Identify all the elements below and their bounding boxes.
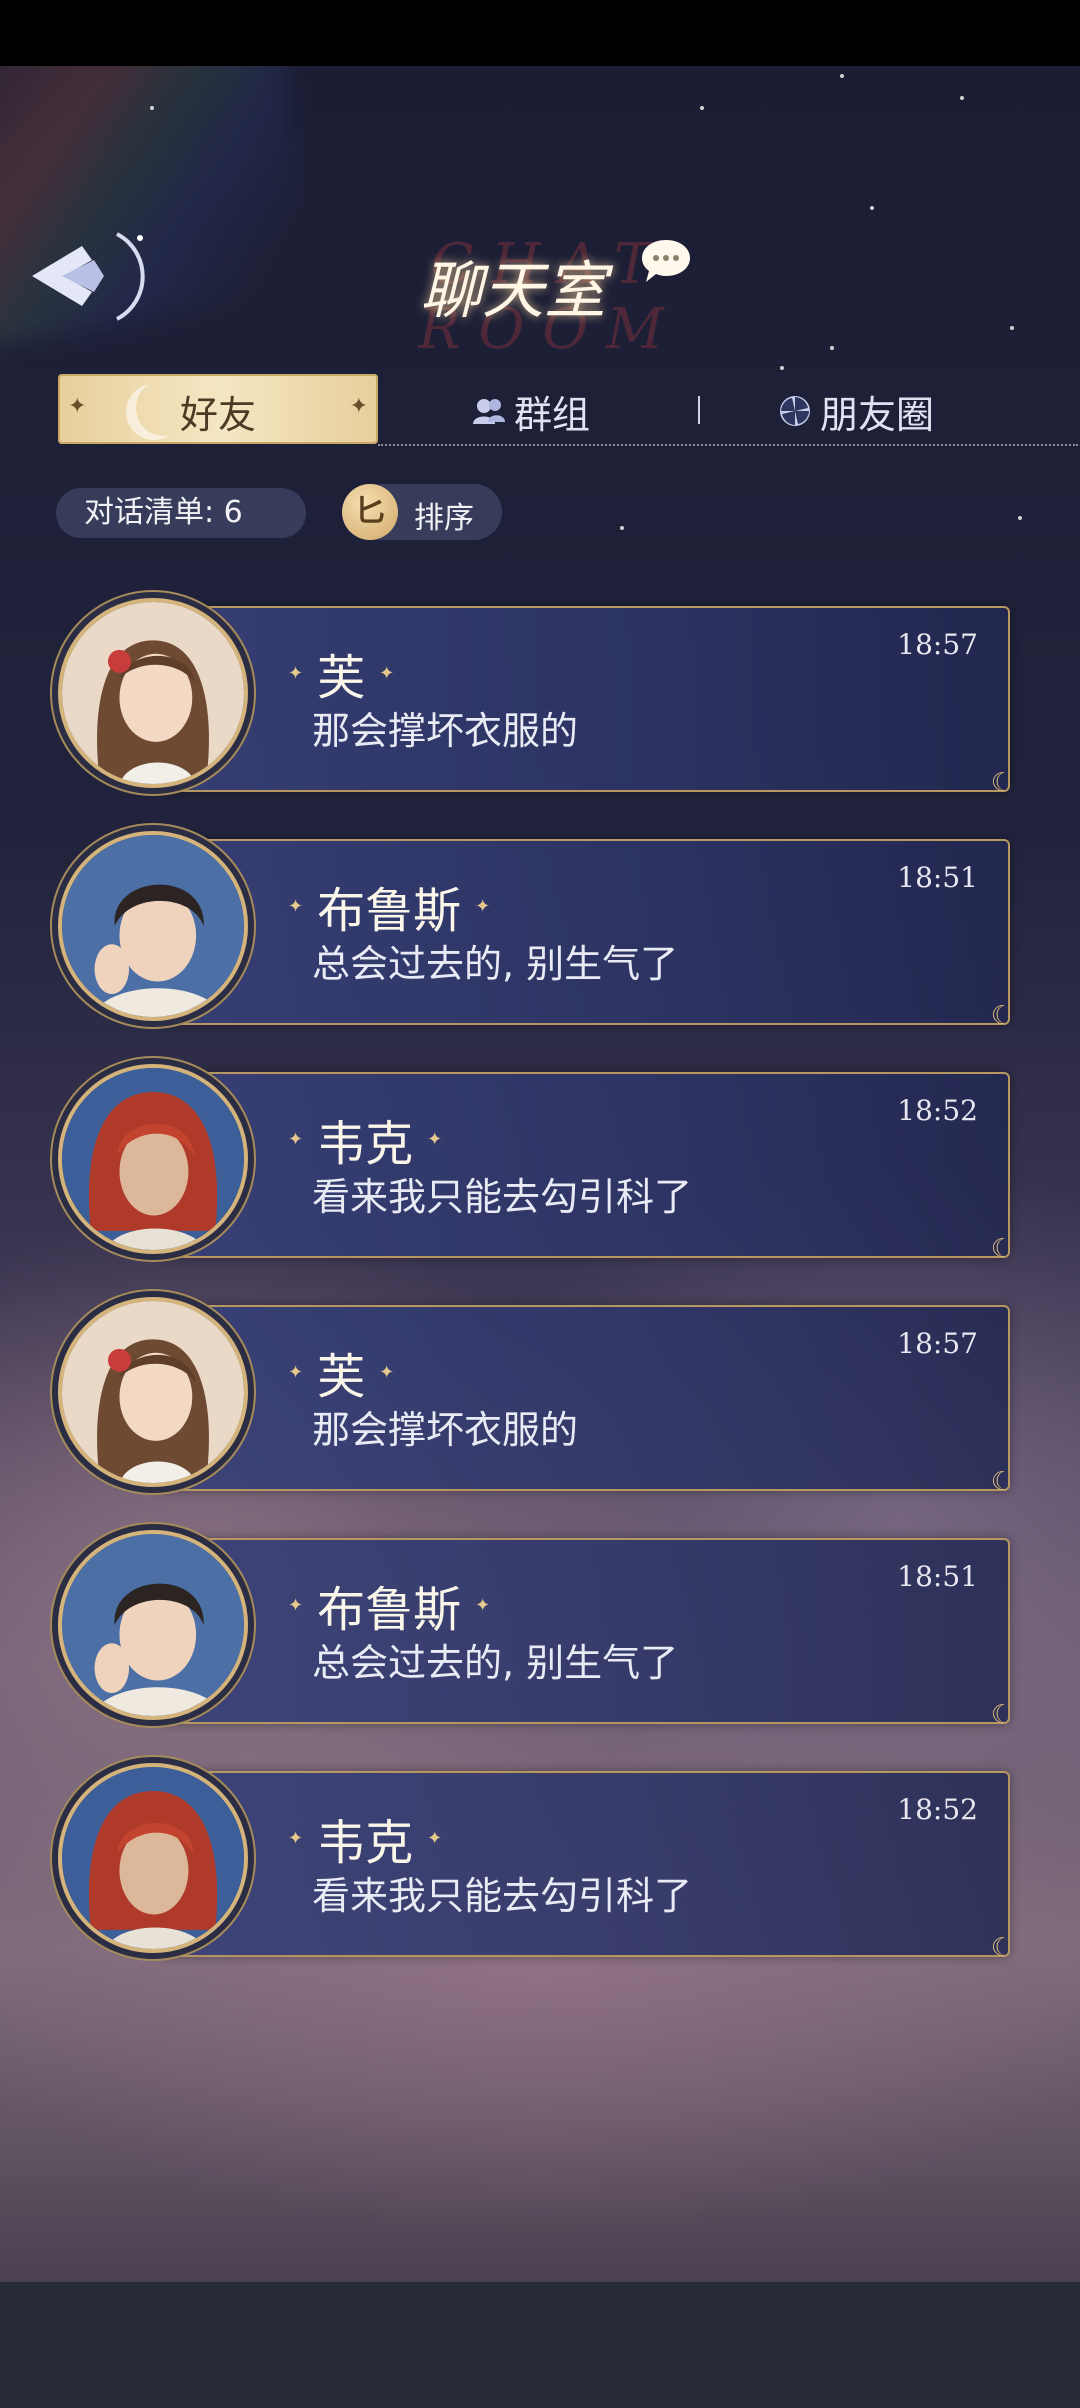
chat-card: ☾ 18:52	[158, 1771, 1014, 1963]
chat-last-message: 总会过去的, 别生气了	[312, 942, 679, 986]
moon-ornament-icon: ☾	[990, 1234, 1014, 1264]
chat-last-message: 那会撑坏衣服的	[312, 709, 579, 753]
avatar	[58, 1530, 248, 1720]
chat-name: ✦ 芙 ✦	[288, 638, 394, 708]
chat-last-message: 那会撑坏衣服的	[312, 1408, 579, 1452]
navigation-bar	[0, 2282, 1080, 2408]
moon-ornament-icon: ☾	[990, 1467, 1014, 1497]
chat-card: ☾ 18:51	[158, 839, 1014, 1031]
avatar	[58, 831, 248, 1021]
chat-name-text: 韦克	[317, 1815, 414, 1871]
moon-ornament-icon: ☾	[990, 1001, 1014, 1031]
chat-name: ✦ 布鲁斯 ✦	[288, 1570, 490, 1640]
avatar	[58, 598, 248, 788]
chat-name: ✦ 韦克 ✦	[288, 1803, 442, 1873]
chat-list-item[interactable]: ☾ 18:57 ✦ 芙 ✦ 那会撑坏衣服的	[58, 1297, 1014, 1497]
avatar	[58, 1064, 248, 1254]
avatar	[58, 1763, 248, 1953]
chat-name-text: 布鲁斯	[317, 1582, 462, 1638]
chat-name: ✦ 韦克 ✦	[288, 1104, 442, 1174]
chat-list-item[interactable]: ☾ 18:57 ✦ 芙 ✦ 那会撑坏衣服的	[58, 598, 1014, 798]
sparkle-icon: ✦	[288, 895, 304, 917]
chat-time: 18:51	[897, 861, 978, 894]
chat-name: ✦ 布鲁斯 ✦	[288, 871, 490, 941]
chat-name-text: 芙	[317, 1349, 366, 1405]
chat-list-item[interactable]: ☾ 18:52 ✦ 韦克 ✦ 看来我只能去勾引科了	[58, 1763, 1014, 1963]
chat-list-item[interactable]: ☾ 18:51 ✦ 布鲁斯 ✦ 总会过去的, 别生气了	[58, 1530, 1014, 1730]
sparkle-icon: ✦	[475, 895, 491, 917]
moon-ornament-icon: ☾	[990, 1933, 1014, 1963]
chat-card: ☾ 18:51	[158, 1538, 1014, 1730]
chat-card: ☾ 18:57	[158, 1305, 1014, 1497]
chat-last-message: 看来我只能去勾引科了	[312, 1175, 693, 1219]
sparkle-icon: ✦	[288, 1128, 304, 1150]
chat-card: ☾ 18:57	[158, 606, 1014, 798]
chat-time: 18:52	[897, 1094, 978, 1127]
sparkle-icon: ✦	[288, 1361, 304, 1383]
avatar	[58, 1297, 248, 1487]
chat-time: 18:52	[897, 1793, 978, 1826]
chat-list-item[interactable]: ☾ 18:52 ✦ 韦克 ✦ 看来我只能去勾引科了	[58, 1064, 1014, 1264]
chat-list-item[interactable]: ☾ 18:51 ✦ 布鲁斯 ✦ 总会过去的, 别生气了	[58, 831, 1014, 1031]
sparkle-icon: ✦	[475, 1594, 491, 1616]
sparkle-icon: ✦	[379, 662, 395, 684]
sparkle-icon: ✦	[379, 1361, 395, 1383]
chat-time: 18:51	[897, 1560, 978, 1593]
moon-ornament-icon: ☾	[990, 1700, 1014, 1730]
sparkle-icon: ✦	[427, 1128, 443, 1150]
chat-list: ☾ 18:57 ✦ 芙 ✦ 那会撑坏衣服的 ☾ 18:51 ✦ 布鲁斯 ✦ 总会…	[0, 0, 1080, 2408]
chat-time: 18:57	[897, 628, 978, 661]
chat-name-text: 布鲁斯	[317, 883, 462, 939]
sparkle-icon: ✦	[288, 1594, 304, 1616]
chat-name-text: 芙	[317, 650, 366, 706]
chat-card: ☾ 18:52	[158, 1072, 1014, 1264]
sparkle-icon: ✦	[288, 662, 304, 684]
chat-time: 18:57	[897, 1327, 978, 1360]
chat-last-message: 看来我只能去勾引科了	[312, 1874, 693, 1918]
chat-name: ✦ 芙 ✦	[288, 1337, 394, 1407]
sparkle-icon: ✦	[427, 1827, 443, 1849]
chat-name-text: 韦克	[317, 1116, 414, 1172]
moon-ornament-icon: ☾	[990, 768, 1014, 798]
chat-last-message: 总会过去的, 别生气了	[312, 1641, 679, 1685]
sparkle-icon: ✦	[288, 1827, 304, 1849]
